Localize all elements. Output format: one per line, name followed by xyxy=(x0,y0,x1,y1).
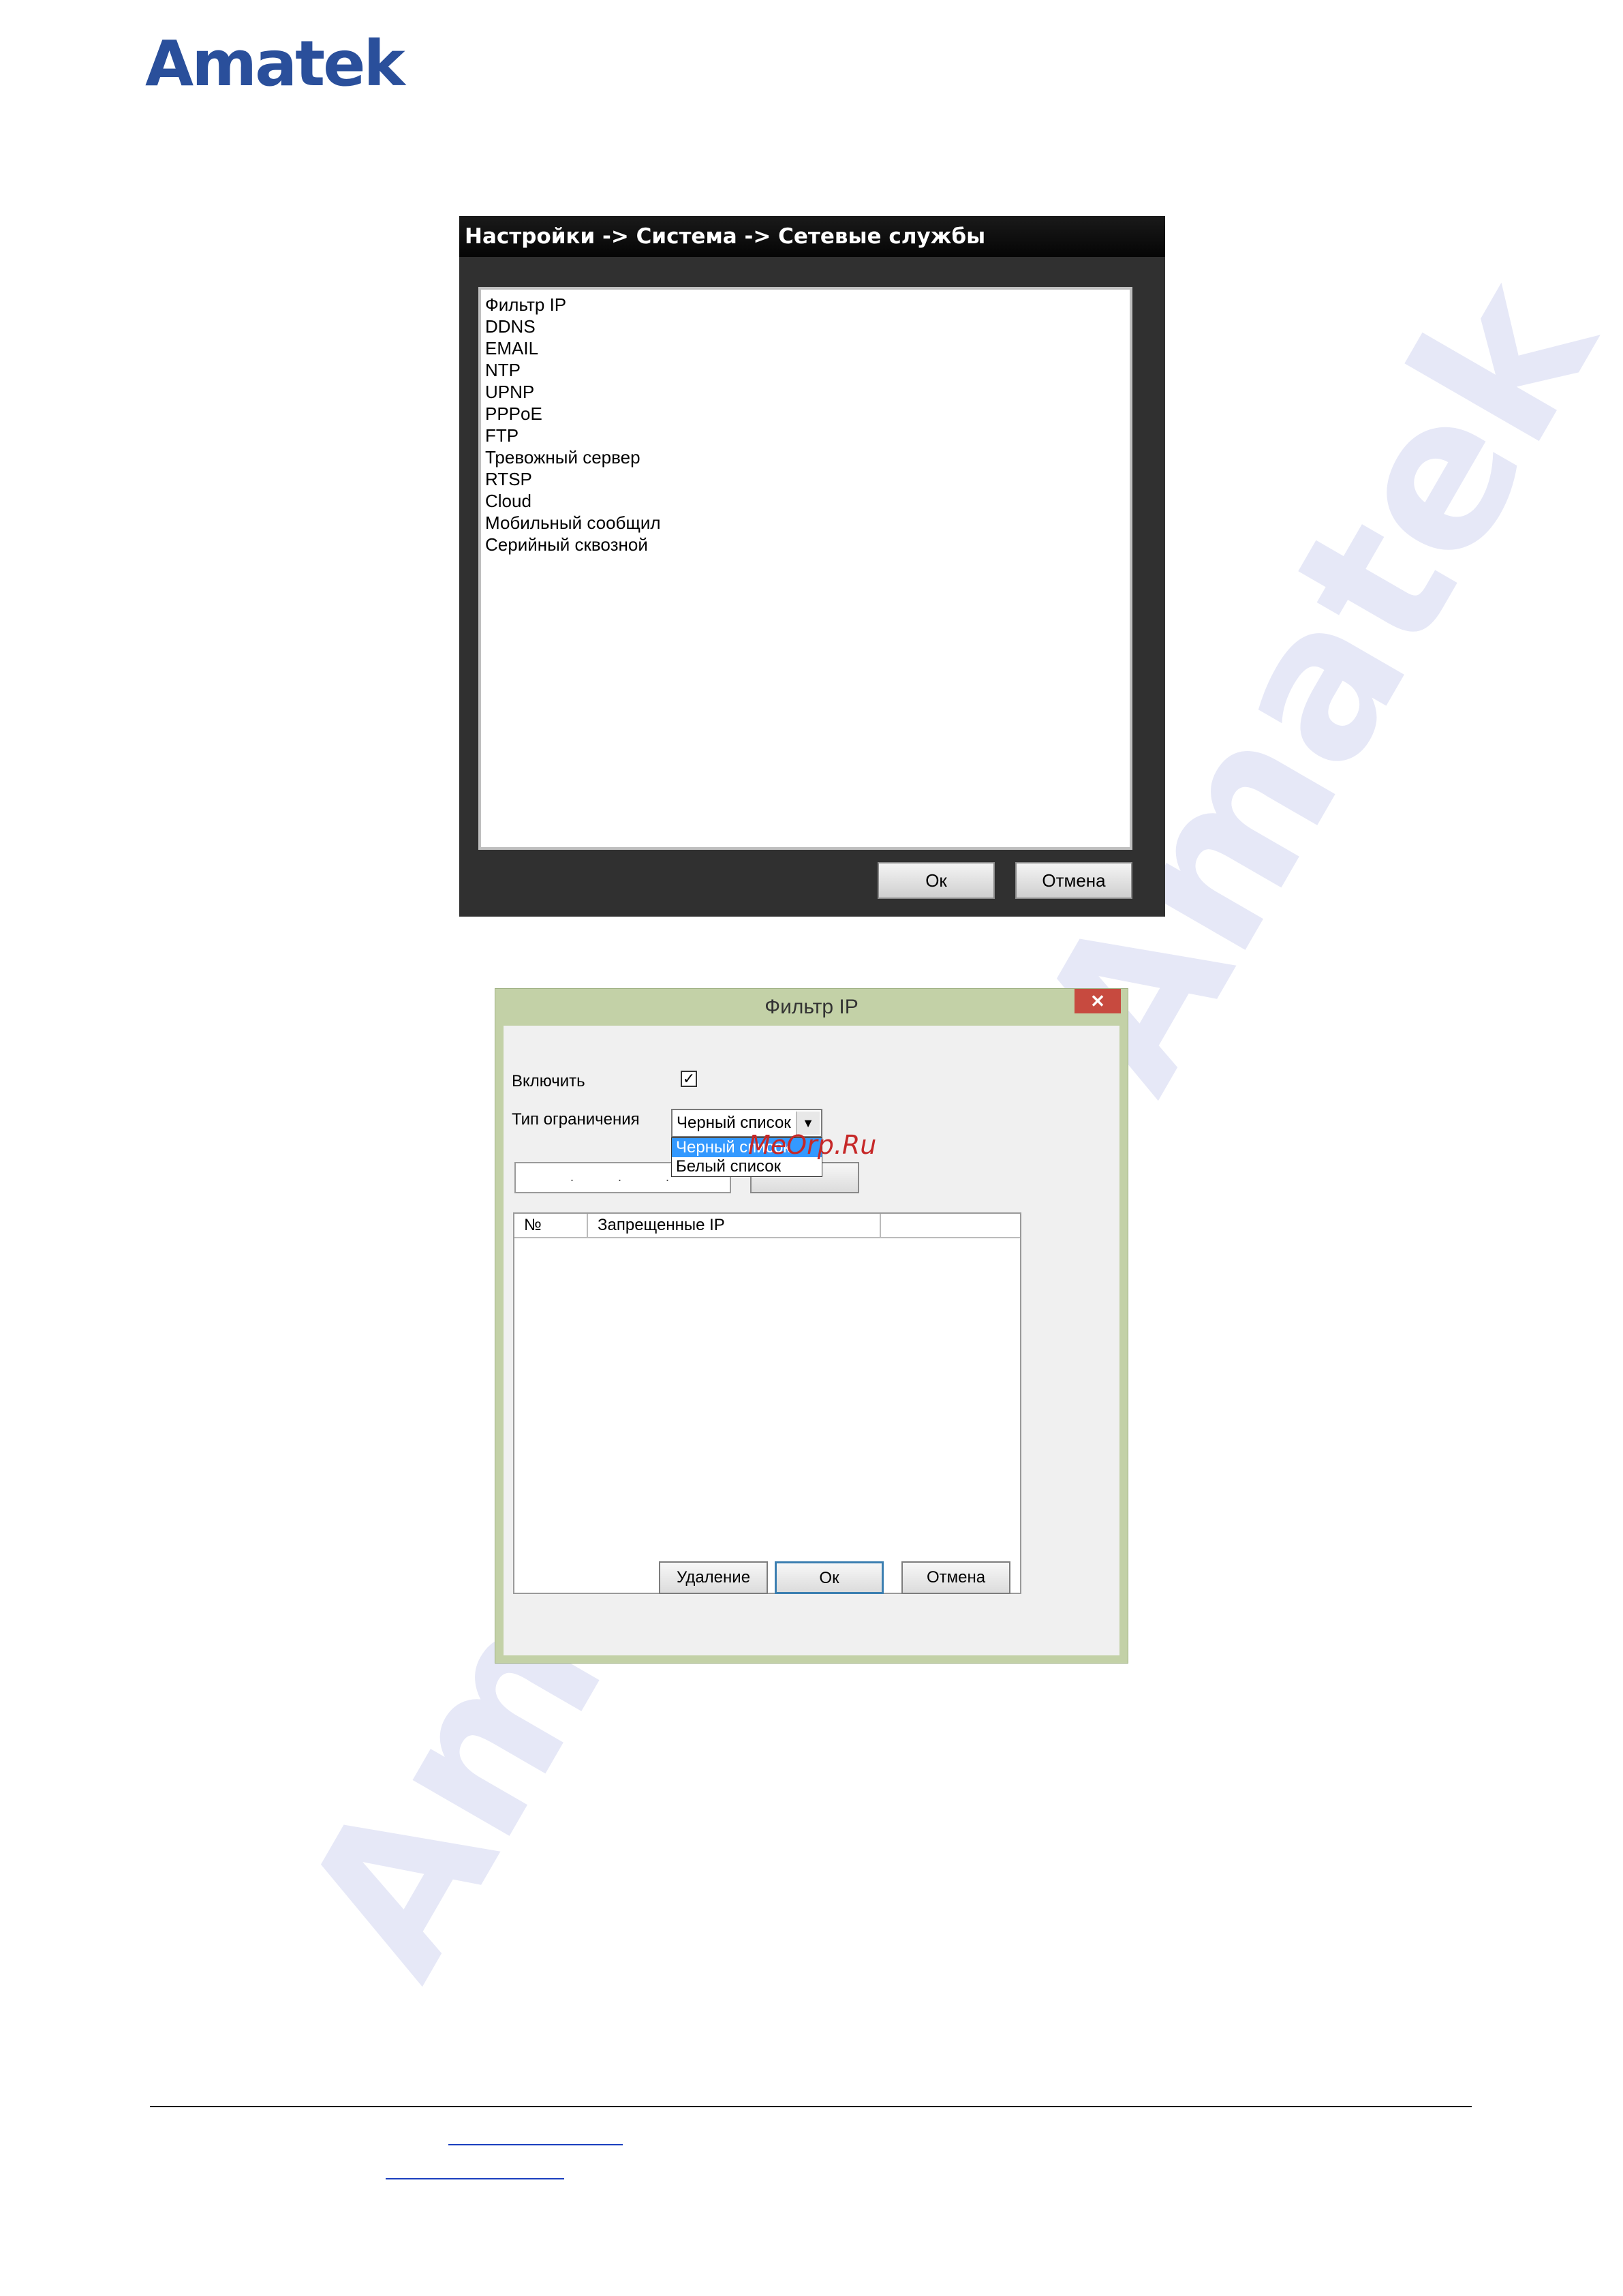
list-item-serial-passthrough[interactable]: Серийный сквозной xyxy=(481,534,1130,555)
footer-divider xyxy=(150,2106,1472,2107)
ip-filter-dialog: Фильтр IP ✕ Включить ✓ Тип ограничения Ч… xyxy=(495,988,1128,1664)
delete-button[interactable]: Удаление xyxy=(659,1561,768,1594)
dialog-body: Включить ✓ Тип ограничения Черный список… xyxy=(504,1026,1119,1655)
restriction-type-value: Черный список xyxy=(677,1114,791,1132)
list-item-ip-filter[interactable]: Фильтр IP xyxy=(481,294,1130,316)
list-item-ftp[interactable]: FTP xyxy=(481,425,1130,446)
dialog-ok-button[interactable]: Ок xyxy=(775,1561,884,1594)
blocked-ip-table: № Запрещенные IP xyxy=(513,1212,1021,1594)
column-blocked-ip: Запрещенные IP xyxy=(588,1214,881,1237)
dvr-ok-button[interactable]: Ок xyxy=(878,862,995,899)
list-item-rtsp[interactable]: RTSP xyxy=(481,468,1130,490)
column-number: № xyxy=(514,1214,588,1237)
restriction-type-label: Тип ограничения xyxy=(512,1110,640,1129)
table-header: № Запрещенные IP xyxy=(514,1214,1020,1238)
enable-label: Включить xyxy=(512,1072,585,1090)
dvr-network-services-window: Настройки -> Система -> Сетевые службы Ф… xyxy=(459,216,1165,917)
dvr-cancel-button[interactable]: Отмена xyxy=(1015,862,1132,899)
footer-link-1[interactable] xyxy=(448,2113,623,2145)
list-item-ddns[interactable]: DDNS xyxy=(481,316,1130,337)
option-whitelist[interactable]: Белый список xyxy=(672,1157,822,1176)
amatek-logo: Amatek xyxy=(145,27,405,100)
network-services-list[interactable]: Фильтр IP DDNS EMAIL NTP UPNP PPPoE FTP … xyxy=(478,287,1132,850)
dialog-title: Фильтр IP xyxy=(764,996,859,1018)
close-icon[interactable]: ✕ xyxy=(1075,989,1121,1013)
list-item-email[interactable]: EMAIL xyxy=(481,337,1130,359)
list-item-upnp[interactable]: UPNP xyxy=(481,381,1130,403)
site-watermark-stamp: MeOrp.Ru xyxy=(748,1130,877,1160)
column-extra xyxy=(881,1214,1020,1237)
checkmark-icon: ✓ xyxy=(682,1070,696,1087)
list-item-pppoe[interactable]: PPPoE xyxy=(481,403,1130,425)
list-item-alarm-server[interactable]: Тревожный сервер xyxy=(481,446,1130,468)
footer-link-2[interactable] xyxy=(386,2147,564,2179)
dvr-title-bar: Настройки -> Система -> Сетевые службы xyxy=(459,216,1165,257)
list-item-ntp[interactable]: NTP xyxy=(481,359,1130,381)
list-item-cloud[interactable]: Cloud xyxy=(481,490,1130,512)
enable-checkbox[interactable]: ✓ xyxy=(681,1071,697,1087)
dialog-cancel-button[interactable]: Отмена xyxy=(901,1561,1010,1594)
list-item-mobile-report[interactable]: Мобильный сообщил xyxy=(481,512,1130,534)
